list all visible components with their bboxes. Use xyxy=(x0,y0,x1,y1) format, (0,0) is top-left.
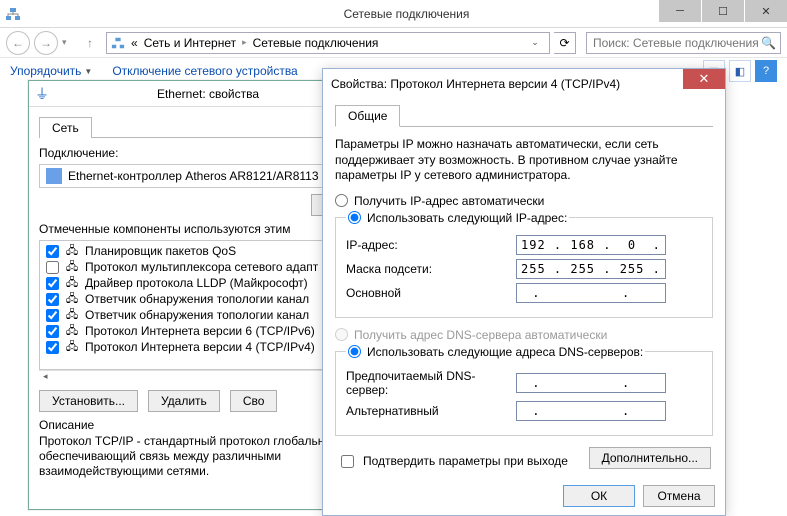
component-label: Ответчик обнаружения топологии канал xyxy=(85,308,309,322)
ethernet-icon: ⏚ xyxy=(35,84,49,104)
install-button[interactable]: Установить... xyxy=(39,390,138,412)
radio-manual-ip-label: Использовать следующий IP-адрес: xyxy=(367,211,567,225)
minimize-button[interactable]: ─ xyxy=(659,0,701,22)
subnet-mask-label: Маска подсети: xyxy=(346,262,516,276)
manual-ip-group: Использовать следующий IP-адрес: IP-адре… xyxy=(335,211,713,318)
ipv4-dialog-title: Свойства: Протокол Интернета версии 4 (T… xyxy=(331,77,717,91)
tab-network[interactable]: Сеть xyxy=(39,117,92,138)
forward-button[interactable]: → xyxy=(34,31,58,55)
component-label: Протокол мультиплексора сетевого адапт xyxy=(85,260,318,274)
radio-auto-dns: Получить адрес DNS-сервера автоматически xyxy=(335,328,713,342)
dns2-input[interactable] xyxy=(516,401,666,421)
radio-manual-dns-label: Использовать следующие адреса DNS-сервер… xyxy=(367,345,643,359)
location-icon xyxy=(111,36,125,50)
ipv4-properties-dialog: Свойства: Протокол Интернета версии 4 (T… xyxy=(322,68,726,516)
preview-pane-icon[interactable]: ◧ xyxy=(729,60,751,82)
address-dropdown[interactable]: ⌄ xyxy=(525,37,545,48)
address-bar[interactable]: « Сеть и Интернет ▸ Сетевые подключения … xyxy=(106,32,550,54)
tab-general[interactable]: Общие xyxy=(335,105,400,127)
back-button[interactable]: ← xyxy=(6,31,30,55)
component-properties-button[interactable]: Сво xyxy=(230,390,278,412)
window-titlebar: Сетевые подключения ─ ☐ ✕ xyxy=(0,0,787,28)
up-button[interactable]: ↑ xyxy=(78,31,102,55)
ipv4-tabs: Общие xyxy=(335,105,713,127)
subnet-mask-input[interactable] xyxy=(516,259,666,279)
component-icon: 🖧 xyxy=(65,260,79,274)
ip-address-input[interactable] xyxy=(516,235,666,255)
validate-on-exit[interactable]: Подтвердить параметры при выходе xyxy=(337,452,568,471)
component-icon: 🖧 xyxy=(65,244,79,258)
radio-manual-ip[interactable]: Использовать следующий IP-адрес: xyxy=(348,211,567,225)
component-label: Драйвер протокола LLDP (Майкрософт) xyxy=(85,276,308,290)
dns1-input[interactable] xyxy=(516,373,666,393)
component-checkbox[interactable] xyxy=(46,293,59,306)
radio-manual-ip-input[interactable] xyxy=(348,211,361,224)
ipv4-dialog-footer: ОК Отмена xyxy=(323,479,725,513)
radio-auto-dns-input xyxy=(335,328,348,341)
component-checkbox[interactable] xyxy=(46,341,59,354)
close-button[interactable]: ✕ xyxy=(683,69,725,89)
app-icon xyxy=(0,6,26,22)
refresh-button[interactable]: ⟳ xyxy=(554,32,576,54)
history-dropdown[interactable]: ▾ xyxy=(62,37,74,48)
radio-auto-ip-input[interactable] xyxy=(335,194,348,207)
gateway-input[interactable] xyxy=(516,283,666,303)
validate-checkbox[interactable] xyxy=(341,455,354,468)
dns1-label: Предпочитаемый DNS-сервер: xyxy=(346,369,516,397)
component-checkbox[interactable] xyxy=(46,261,59,274)
component-checkbox[interactable] xyxy=(46,277,59,290)
cancel-button[interactable]: Отмена xyxy=(643,485,715,507)
advanced-button[interactable]: Дополнительно... xyxy=(589,447,711,469)
component-icon: 🖧 xyxy=(65,292,79,306)
help-icon[interactable]: ? xyxy=(755,60,777,82)
component-icon: 🖧 xyxy=(65,324,79,338)
organize-menu[interactable]: Упорядочить ▼ xyxy=(10,64,92,78)
breadcrumb-separator: ▸ xyxy=(242,37,247,48)
radio-manual-dns-input[interactable] xyxy=(348,345,361,358)
breadcrumb-part2[interactable]: Сетевые подключения xyxy=(253,36,379,50)
search-icon: 🔍 xyxy=(761,36,776,50)
radio-auto-ip-label: Получить IP-адрес автоматически xyxy=(354,194,544,208)
ip-address-label: IP-адрес: xyxy=(346,238,516,252)
adapter-icon xyxy=(46,168,62,184)
component-label: Ответчик обнаружения топологии канал xyxy=(85,292,309,306)
radio-manual-dns[interactable]: Использовать следующие адреса DNS-сервер… xyxy=(348,345,643,359)
component-checkbox[interactable] xyxy=(46,309,59,322)
window-close-button[interactable]: ✕ xyxy=(745,0,787,22)
component-label: Протокол Интернета версии 4 (TCP/IPv4) xyxy=(85,340,315,354)
maximize-button[interactable]: ☐ xyxy=(702,0,744,22)
ok-button[interactable]: ОК xyxy=(563,485,635,507)
manual-dns-group: Использовать следующие адреса DNS-сервер… xyxy=(335,345,713,436)
component-icon: 🖧 xyxy=(65,340,79,354)
adapter-name: Ethernet-контроллер Atheros AR8121/AR811… xyxy=(68,169,319,183)
remove-button[interactable]: Удалить xyxy=(148,390,220,412)
gateway-label: Основной xyxy=(346,286,516,300)
disable-device-button[interactable]: Отключение сетевого устройства xyxy=(112,64,297,78)
radio-auto-ip[interactable]: Получить IP-адрес автоматически xyxy=(335,194,713,208)
breadcrumb-guillemet: « xyxy=(131,36,138,50)
dns2-label: Альтернативный xyxy=(346,404,516,418)
navigation-bar: ← → ▾ ↑ « Сеть и Интернет ▸ Сетевые подк… xyxy=(0,28,787,58)
ethernet-dialog-title: Ethernet: свойства xyxy=(157,87,259,101)
component-label: Планировщик пакетов QoS xyxy=(85,244,236,258)
breadcrumb-part1[interactable]: Сеть и Интернет xyxy=(144,36,236,50)
search-box[interactable]: 🔍 xyxy=(586,32,781,54)
radio-auto-dns-label: Получить адрес DNS-сервера автоматически xyxy=(354,328,607,342)
validate-label: Подтвердить параметры при выходе xyxy=(363,454,568,468)
component-icon: 🖧 xyxy=(65,276,79,290)
intro-text: Параметры IP можно назначать автоматичес… xyxy=(335,137,713,184)
component-label: Протокол Интернета версии 6 (TCP/IPv6) xyxy=(85,324,315,338)
ipv4-dialog-titlebar[interactable]: Свойства: Протокол Интернета версии 4 (T… xyxy=(323,69,725,99)
search-input[interactable] xyxy=(591,35,761,51)
component-icon: 🖧 xyxy=(65,308,79,322)
component-checkbox[interactable] xyxy=(46,245,59,258)
component-checkbox[interactable] xyxy=(46,325,59,338)
